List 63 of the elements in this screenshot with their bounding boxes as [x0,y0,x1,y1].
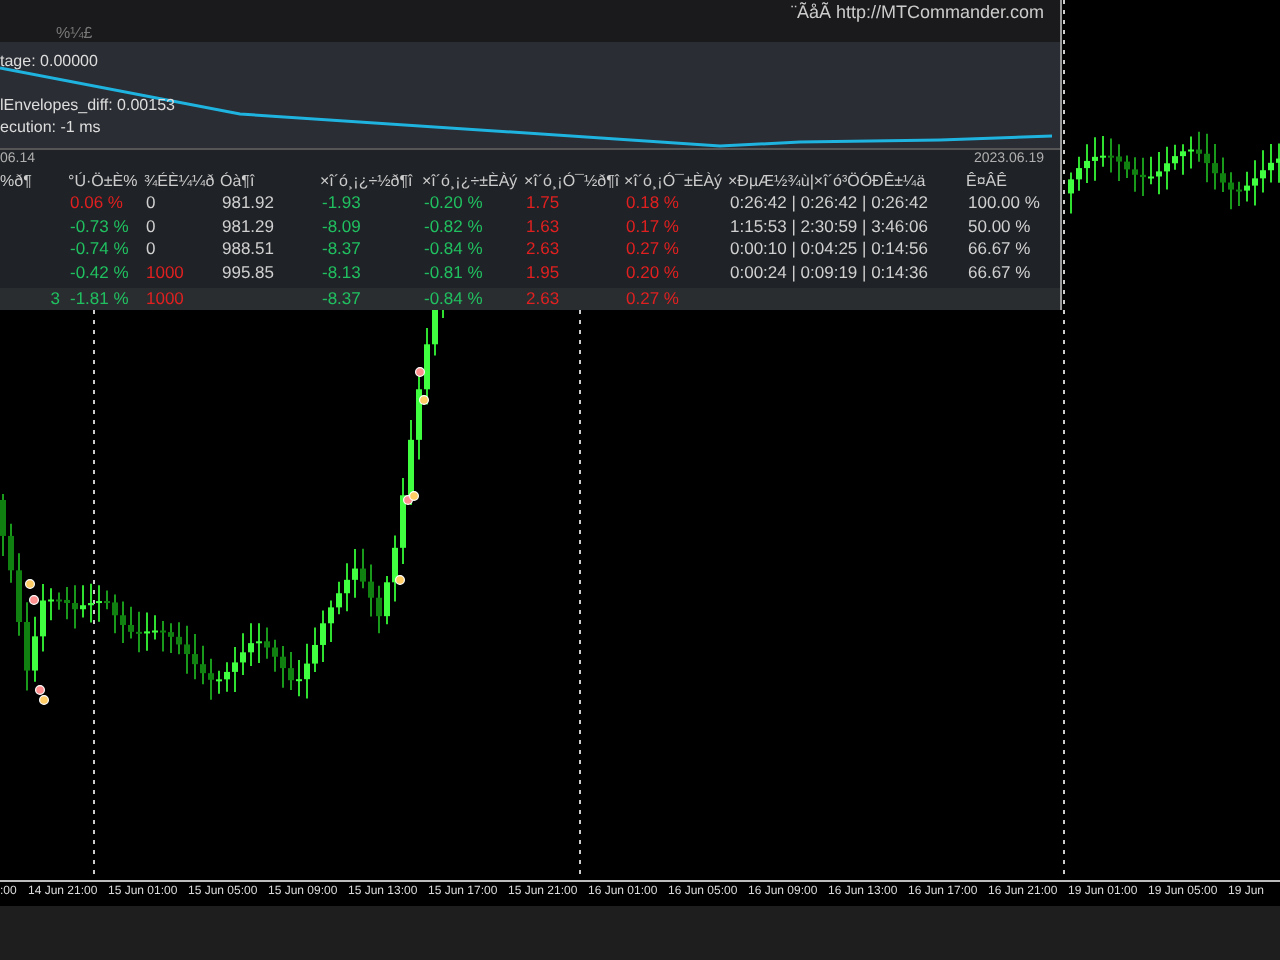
column-header: °Ú·Ö±È% [68,169,140,191]
stats-text: tage: 0.00000 [0,50,100,72]
column-header: ×î´ó¸¡¿÷½ð¶î [320,169,415,191]
table-cell-text: 0.27 % [624,238,681,261]
table-cell-text: 2.63 [524,238,562,261]
table-cell-text: -8.09 [320,215,363,238]
stats-text: ecution: -1 ms [0,116,103,138]
table-cell-text: 995.85 [220,261,276,284]
table-cell-text: 1.63 [524,215,562,238]
trade-marker-icon [415,367,425,377]
total-cell-text: -8.37 [320,288,363,310]
table-cell-text: 0:00:10 | 0:04:25 | 0:14:56 [728,238,930,261]
table-cell-text: 0 [144,192,158,215]
website-link[interactable]: ¨ÃåÃ http://MTCommander.com [790,2,1044,22]
column-header: Óà¶î [220,169,257,191]
column-header: ×î´ó¸¡Ó¯±ÈÀý [624,169,725,191]
table-cell-text: 1.95 [524,261,562,284]
table-cell-text: -0.42 % [68,261,131,284]
table-cell-text: 0 [144,215,158,238]
table-cell-text: 50.00 % [966,215,1033,238]
column-header: ×î´ó¸¡Ó¯½ð¶î [524,169,622,191]
table-cell-text: 1.75 [524,192,562,215]
stats-text: lEnvelopes_diff: 0.00153 [0,94,175,116]
table-cell-text: -0.20 % [422,192,485,215]
table-cell-text: 981.29 [220,215,276,238]
total-cell-text: -0.84 % [422,288,485,310]
table-cell-text: 981.92 [220,192,276,215]
trade-marker-icon [395,575,405,585]
table-cell-text: -0.74 % [68,238,131,261]
table-cell-text: 66.67 % [966,238,1033,261]
column-header: ×î´ó¸¡¿÷±ÈÀý [422,169,520,191]
table-cell-text: -0.84 % [422,238,485,261]
table-cell-text: 0.20 % [624,261,681,284]
table-cell-text: 100.00 % [966,192,1042,215]
table-cell-text: -0.82 % [422,215,485,238]
table-cell-text: 1000 [144,261,186,284]
table-cell-text: 0.18 % [624,192,681,215]
table-cell-text: -0.81 % [422,261,485,284]
total-cell-text: 0.27 % [624,288,681,310]
column-header: ¾ÉÈ¼¼ð [144,169,217,191]
table-cell-text: 0.06 % [68,192,125,215]
table-cell-text: 66.67 % [966,261,1033,284]
trade-marker-icon [419,395,429,405]
panel-header-text: %¼£ [56,24,93,42]
table-cell-text: 0:00:24 | 0:09:19 | 0:14:36 [728,261,930,284]
total-cell-text: 1000 [144,288,186,310]
table-cell-text: -8.13 [320,261,363,284]
table-cell-text: -1.93 [320,192,363,215]
table-cell-text: 988.51 [220,238,276,261]
table-cell-text: -8.37 [320,238,363,261]
table-cell-text: 0 [144,238,158,261]
table-cell-text: 0:26:42 | 0:26:42 | 0:26:42 [728,192,930,215]
column-header: Ê¤ÂÊ [966,169,1009,191]
column-header: ×ÐµÆ½¾ù|×î´ó³ÖÓÐÊ±¼ä [728,169,928,191]
total-cell-text: -1.81 % [68,288,131,310]
total-cell-text: 2.63 [524,288,562,310]
total-cell-text: 3 [48,288,62,310]
table-cell-text: 0.17 % [624,215,681,238]
trade-marker-icon [29,595,39,605]
trade-marker-icon [25,579,35,589]
table-cell-text: 1:15:53 | 2:30:59 | 3:46:06 [728,215,930,238]
column-header: %ð¶ [0,169,34,191]
table-cell-text: -0.73 % [68,215,131,238]
